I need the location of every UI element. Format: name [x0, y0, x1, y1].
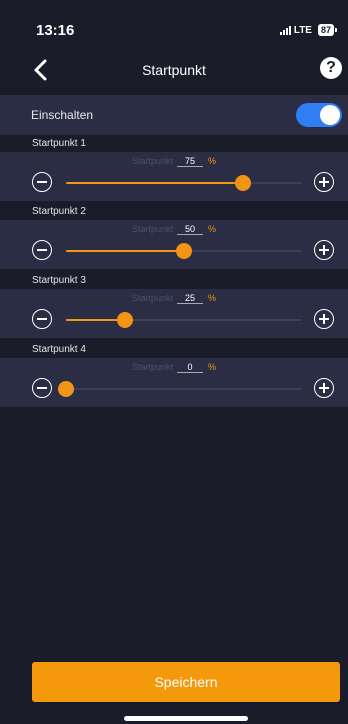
- slider-label: Startpunkt 4: [32, 344, 86, 355]
- value-caption: Startpunkt: [131, 156, 173, 166]
- increase-button[interactable]: [314, 172, 334, 192]
- value-caption: Startpunkt: [131, 224, 173, 234]
- help-icon[interactable]: ?: [320, 57, 342, 79]
- increase-button[interactable]: [314, 309, 334, 329]
- value-readout: Startpunkt 50%: [0, 224, 348, 235]
- value-unit: %: [208, 362, 217, 372]
- decrease-button[interactable]: [32, 240, 52, 260]
- slider-fill: [66, 181, 243, 184]
- minus-icon: [37, 387, 47, 389]
- value-field[interactable]: 50: [177, 224, 203, 235]
- slider-thumb[interactable]: [117, 311, 133, 328]
- value-unit: %: [208, 156, 217, 166]
- enable-label: Einschalten: [31, 108, 94, 122]
- slider-panel: Startpunkt 0%: [0, 358, 348, 407]
- slider-label: Startpunkt 2: [32, 206, 86, 217]
- slider-fill: [66, 249, 184, 252]
- slider-label: Startpunkt 1: [32, 138, 86, 149]
- increase-button[interactable]: [314, 378, 334, 398]
- minus-icon: [37, 318, 47, 320]
- increase-button[interactable]: [314, 240, 334, 260]
- minus-icon: [37, 181, 47, 183]
- slider-panel: Startpunkt 75%: [0, 152, 348, 201]
- enable-toggle[interactable]: [296, 103, 342, 127]
- network-type: LTE: [293, 24, 312, 36]
- slider-thumb[interactable]: [235, 174, 251, 191]
- value-caption: Startpunkt: [131, 362, 173, 372]
- value-readout: Startpunkt 75%: [0, 156, 348, 167]
- slider-track[interactable]: [66, 174, 302, 191]
- slider-track[interactable]: [58, 380, 302, 397]
- value-unit: %: [208, 293, 217, 303]
- status-time: 13:16: [36, 22, 75, 39]
- value-readout: Startpunkt 25%: [0, 293, 348, 304]
- value-caption: Startpunkt: [131, 293, 173, 303]
- minus-icon: [37, 249, 47, 251]
- value-field[interactable]: 75: [177, 156, 203, 167]
- value-readout: Startpunkt 0%: [0, 362, 348, 373]
- slider-track[interactable]: [66, 311, 302, 328]
- save-button[interactable]: Speichern: [32, 662, 340, 702]
- home-indicator[interactable]: [124, 716, 248, 721]
- nav-bar: Startpunkt ?: [0, 50, 348, 90]
- decrease-button[interactable]: [32, 172, 52, 192]
- status-indicators: LTE 87: [279, 24, 338, 36]
- enable-row: Einschalten: [0, 95, 348, 135]
- status-bar: 13:16 LTE 87: [0, 0, 348, 46]
- signal-icon: [279, 25, 291, 35]
- decrease-button[interactable]: [32, 378, 52, 398]
- value-field[interactable]: 25: [177, 293, 203, 304]
- slider-panel: Startpunkt 50%: [0, 220, 348, 269]
- slider-thumb[interactable]: [58, 380, 74, 397]
- value-unit: %: [208, 224, 217, 234]
- value-field[interactable]: 0: [177, 362, 203, 373]
- page-title: Startpunkt: [142, 62, 206, 78]
- slider-label: Startpunkt 3: [32, 275, 86, 286]
- slider-panel: Startpunkt 25%: [0, 289, 348, 338]
- slider-thumb[interactable]: [176, 242, 192, 259]
- decrease-button[interactable]: [32, 309, 52, 329]
- slider-track[interactable]: [66, 242, 302, 259]
- toggle-knob: [320, 105, 340, 125]
- battery-icon: 87: [317, 24, 338, 36]
